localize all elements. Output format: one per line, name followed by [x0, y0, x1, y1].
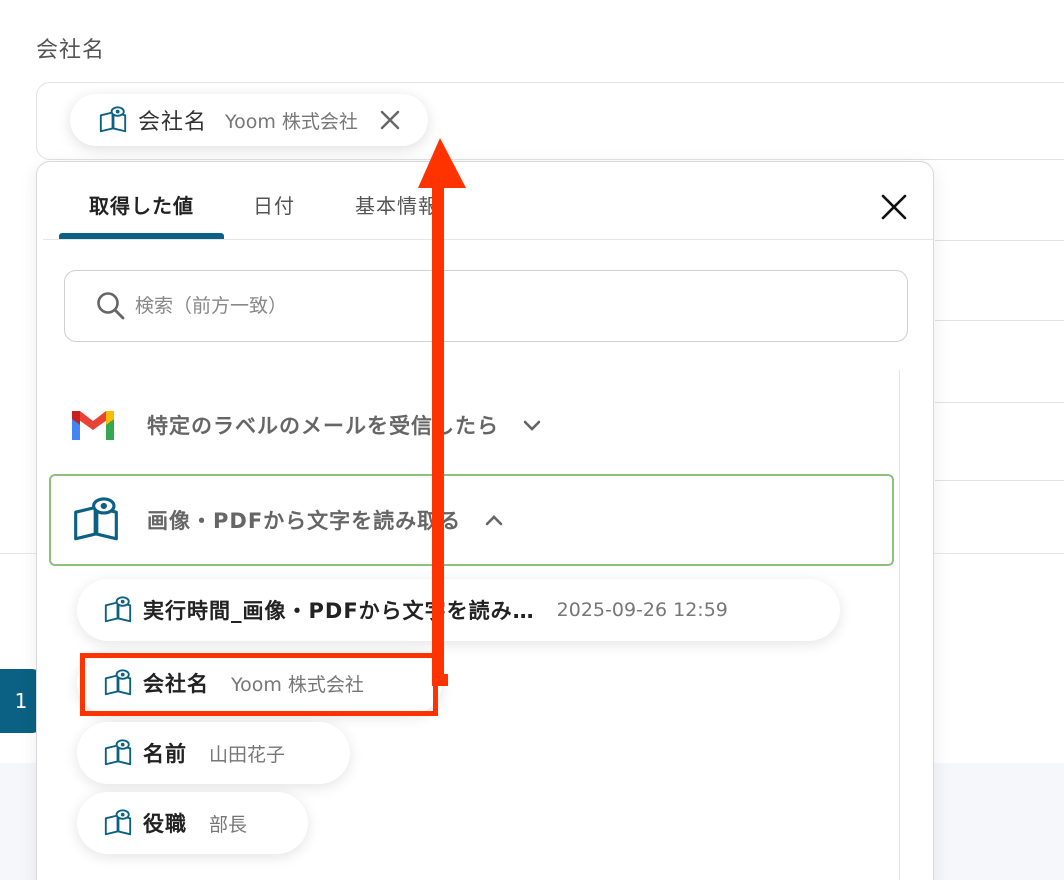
- search-box: [64, 270, 908, 342]
- ocr-book-icon: [103, 738, 133, 768]
- ocr-book-icon: [103, 668, 133, 698]
- divider: [935, 320, 1064, 321]
- item-name: 会社名: [143, 672, 209, 696]
- active-tab-indicator: [59, 233, 224, 239]
- scrollbar[interactable]: [899, 370, 900, 880]
- close-popup-button[interactable]: [877, 190, 911, 224]
- divider: [935, 480, 1064, 481]
- ocr-book-icon: [103, 808, 133, 838]
- item-name: 役職: [143, 812, 187, 836]
- ocr-book-icon: [98, 105, 128, 135]
- chevron-up-icon: [485, 515, 503, 526]
- ocr-book-icon: [71, 495, 121, 545]
- close-icon: [881, 194, 907, 220]
- section-title: 画像・PDFから文字を読み取る: [147, 509, 462, 533]
- tab-bar: 取得した値 日付 基本情報: [43, 162, 933, 240]
- chip-name: 会社名: [138, 110, 208, 135]
- item-value: 山田花子: [209, 743, 286, 766]
- chip-value: Yoom 株式会社: [225, 110, 358, 133]
- divider: [935, 240, 1064, 241]
- divider: [935, 402, 1064, 403]
- ocr-book-icon: [103, 595, 133, 625]
- tab-basic-info[interactable]: 基本情報: [355, 190, 439, 219]
- item-name: 実行時間_画像・PDFから文字を読み…: [143, 599, 535, 623]
- field-label: 会社名: [36, 38, 106, 63]
- remove-chip-icon[interactable]: [376, 106, 404, 134]
- list-item[interactable]: 役職 部長: [77, 792, 308, 854]
- value-picker-popup: 取得した値 日付 基本情報 特定のラベルのメールを受信したら 画像・PDFから文…: [36, 161, 934, 880]
- section-gmail-trigger[interactable]: 特定のラベルのメールを受信したら: [69, 400, 543, 450]
- item-value: Yoom 株式会社: [231, 673, 364, 696]
- item-name: 名前: [143, 742, 187, 766]
- section-title: 特定のラベルのメールを受信したら: [147, 414, 499, 438]
- list-item[interactable]: 会社名 Yoom 株式会社: [77, 652, 442, 714]
- search-icon: [97, 292, 125, 320]
- list-item[interactable]: 実行時間_画像・PDFから文字を読み… 2025-09-26 12:59: [77, 579, 840, 641]
- section-ocr-action[interactable]: 画像・PDFから文字を読み取る: [49, 474, 894, 566]
- tab-retrieved-values[interactable]: 取得した値: [89, 190, 194, 219]
- selected-value-chip[interactable]: 会社名 Yoom 株式会社: [70, 94, 428, 146]
- list-item[interactable]: 名前 山田花子: [77, 722, 350, 784]
- chevron-down-icon: [523, 420, 541, 431]
- search-input[interactable]: [135, 295, 835, 317]
- tab-date[interactable]: 日付: [253, 190, 295, 219]
- item-value: 2025-09-26 12:59: [556, 599, 728, 621]
- item-value: 部長: [209, 813, 248, 836]
- gmail-icon: [72, 411, 114, 440]
